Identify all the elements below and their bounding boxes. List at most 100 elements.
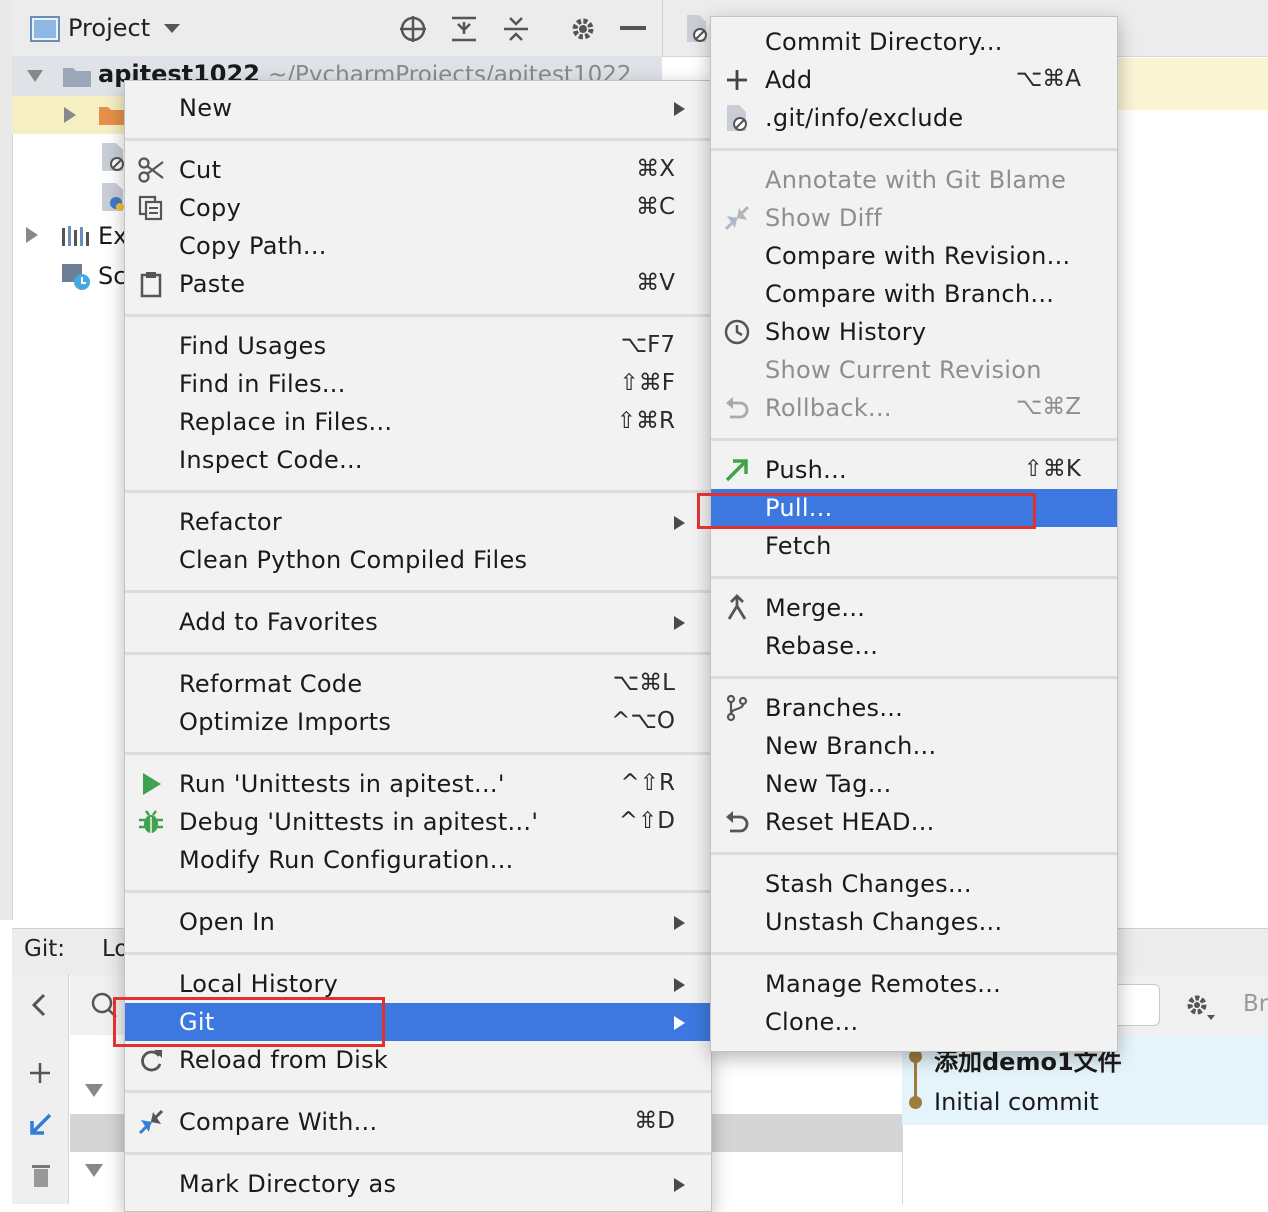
branch-filter-label[interactable]: Br <box>1243 991 1268 1017</box>
menu-separator <box>125 752 711 755</box>
project-title[interactable]: Project <box>68 14 150 42</box>
submenu-arrow-icon <box>674 102 685 116</box>
trash-icon[interactable] <box>30 1161 52 1189</box>
menu-item-reset-head[interactable]: Reset HEAD... <box>711 803 1117 841</box>
locate-target-icon[interactable] <box>398 14 428 44</box>
menu-item-inspect-code[interactable]: Inspect Code... <box>125 441 711 479</box>
ignored-file-icon[interactable] <box>685 14 709 44</box>
menu-separator <box>125 314 711 317</box>
submenu-arrow-icon <box>674 616 685 630</box>
menu-item-unstash-changes[interactable]: Unstash Changes... <box>711 903 1117 941</box>
chevron-down-icon[interactable] <box>162 22 182 36</box>
menu-item-reformat-code[interactable]: Reformat Code ⌥⌘L <box>125 665 711 703</box>
plus-icon[interactable] <box>28 1061 52 1085</box>
collapse-all-icon[interactable] <box>502 14 530 44</box>
submenu-arrow-icon <box>674 516 685 530</box>
menu-item-find-usages[interactable]: Find Usages ⌥F7 <box>125 327 711 365</box>
gear-icon[interactable] <box>568 14 598 44</box>
menu-separator <box>125 1152 711 1155</box>
menu-item-git-info-exclude[interactable]: .git/info/exclude <box>711 99 1117 137</box>
python-file-icon <box>102 183 124 211</box>
menu-separator <box>125 138 711 141</box>
expand-triangle-icon[interactable] <box>84 1163 104 1179</box>
menu-item-cut[interactable]: Cut ⌘X <box>125 151 711 189</box>
submenu-arrow-icon <box>674 1016 685 1030</box>
menu-item-push[interactable]: Push... ⇧⌘K <box>711 451 1117 489</box>
commit-message[interactable]: Initial commit <box>934 1088 1099 1116</box>
scratches-icon <box>62 264 90 290</box>
editor-highlight-area <box>1116 58 1268 110</box>
menu-item-modify-run-config[interactable]: Modify Run Configuration... <box>125 841 711 879</box>
highlight-box-pull <box>697 493 1036 529</box>
libraries-icon <box>62 226 89 246</box>
menu-item-mark-directory-as[interactable]: Mark Directory as <box>125 1165 711 1203</box>
menu-separator <box>125 490 711 493</box>
expand-arrow-icon[interactable] <box>62 106 78 124</box>
tree-row-external-libraries[interactable]: Ex <box>12 216 128 256</box>
menu-item-commit-directory[interactable]: Commit Directory... <box>711 23 1117 61</box>
menu-item-compare-with-revision[interactable]: Compare with Revision... <box>711 237 1117 275</box>
left-tool-strip <box>0 0 13 920</box>
chevron-left-icon[interactable] <box>28 991 50 1019</box>
menu-item-copy-path[interactable]: Copy Path... <box>125 227 711 265</box>
menu-item-debug-unittests[interactable]: Debug 'Unittests in apitest...' ^⇧D <box>125 803 711 841</box>
diff-arrows-icon <box>724 205 750 231</box>
tree-row-scratches[interactable]: Sc <box>12 256 127 296</box>
menu-separator <box>711 148 1117 151</box>
menu-item-branches[interactable]: Branches... <box>711 689 1117 727</box>
menu-item-compare-with-branch[interactable]: Compare with Branch... <box>711 275 1117 313</box>
menu-item-show-current-revision[interactable]: Show Current Revision <box>711 351 1117 389</box>
expand-all-icon[interactable] <box>450 14 478 44</box>
rollback-icon <box>726 397 749 419</box>
merge-icon <box>727 594 747 620</box>
menu-item-refactor[interactable]: Refactor <box>125 503 711 541</box>
menu-item-find-in-files[interactable]: Find in Files... ⇧⌘F <box>125 365 711 403</box>
menu-item-new-branch[interactable]: New Branch... <box>711 727 1117 765</box>
tree-row-scratches-label: Sc <box>98 262 127 290</box>
menu-item-compare-with[interactable]: Compare With... ⌘D <box>125 1103 711 1141</box>
git-panel-label: Git: <box>24 936 65 962</box>
menu-item-manage-remotes[interactable]: Manage Remotes... <box>711 965 1117 1003</box>
tree-row-external-label: Ex <box>98 222 128 250</box>
menu-item-paste[interactable]: Paste ⌘V <box>125 265 711 303</box>
menu-item-annotate-git-blame[interactable]: Annotate with Git Blame <box>711 161 1117 199</box>
expand-arrow-icon[interactable] <box>24 226 40 244</box>
menu-item-clean-python-compiled[interactable]: Clean Python Compiled Files <box>125 541 711 579</box>
menu-item-add-to-favorites[interactable]: Add to Favorites <box>125 603 711 641</box>
menu-separator <box>125 652 711 655</box>
minimize-icon[interactable] <box>620 26 648 32</box>
menu-item-run-unittests[interactable]: Run 'Unittests in apitest...' ^⇧R <box>125 765 711 803</box>
submenu-arrow-icon <box>674 916 685 930</box>
gear-dropdown-icon[interactable] <box>1183 991 1217 1023</box>
folder-icon <box>63 68 91 87</box>
menu-item-optimize-imports[interactable]: Optimize Imports ^⌥O <box>125 703 711 741</box>
reload-icon <box>141 1050 162 1072</box>
menu-separator <box>125 1090 711 1093</box>
menu-item-merge[interactable]: Merge... <box>711 589 1117 627</box>
tree-row-folder[interactable] <box>12 96 125 134</box>
menu-item-clone[interactable]: Clone... <box>711 1003 1117 1041</box>
scissors-icon <box>138 157 164 183</box>
menu-item-fetch[interactable]: Fetch <box>711 527 1117 565</box>
project-toolbar: Project <box>12 0 662 57</box>
menu-item-copy[interactable]: Copy ⌘C <box>125 189 711 227</box>
menu-item-new-tag[interactable]: New Tag... <box>711 765 1117 803</box>
menu-item-replace-in-files[interactable]: Replace in Files... ⇧⌘R <box>125 403 711 441</box>
menu-item-rebase[interactable]: Rebase... <box>711 627 1117 665</box>
copy-icon <box>138 195 163 221</box>
menu-item-new[interactable]: New <box>125 89 711 127</box>
submenu-arrow-icon <box>674 1178 685 1192</box>
menu-item-open-in[interactable]: Open In <box>125 903 711 941</box>
menu-item-stash-changes[interactable]: Stash Changes... <box>711 865 1117 903</box>
menu-item-add[interactable]: Add ⌥⌘A <box>711 61 1117 99</box>
menu-item-show-diff[interactable]: Show Diff <box>711 199 1117 237</box>
expand-triangle-icon[interactable] <box>84 1083 104 1099</box>
menu-item-rollback[interactable]: Rollback... ⌥⌘Z <box>711 389 1117 427</box>
menu-separator <box>711 852 1117 855</box>
menu-item-show-history[interactable]: Show History <box>711 313 1117 351</box>
clipboard-icon <box>140 272 162 298</box>
expand-triangle-icon[interactable] <box>26 68 44 84</box>
branch-icon <box>726 694 748 722</box>
update-arrow-icon[interactable] <box>28 1111 54 1137</box>
menu-separator <box>711 438 1117 441</box>
